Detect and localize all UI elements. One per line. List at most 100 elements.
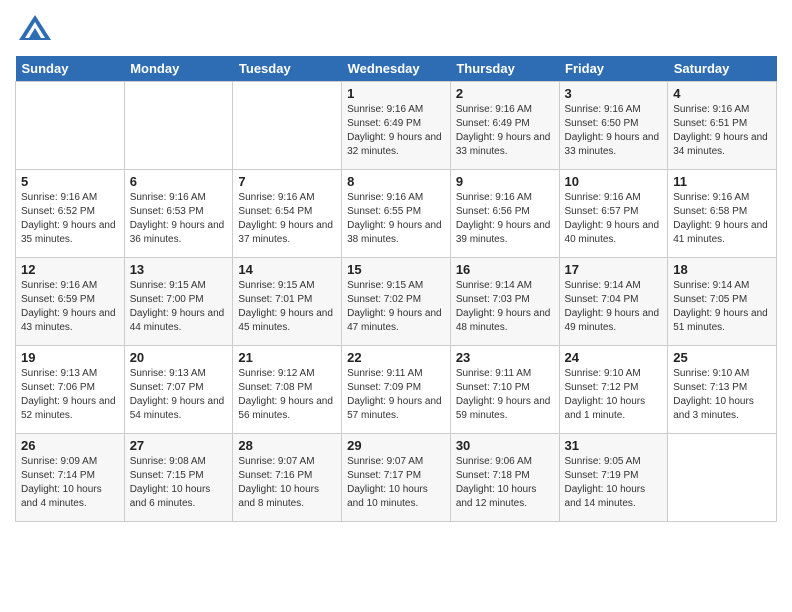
day-number: 23 [456,350,554,365]
day-info: Sunrise: 9:16 AM Sunset: 6:58 PM Dayligh… [673,191,771,247]
day-number: 12 [21,262,119,277]
week-row-4: 19 Sunrise: 9:13 AM Sunset: 7:06 PM Dayli… [16,346,777,434]
day-info: Sunrise: 9:16 AM Sunset: 6:50 PM Dayligh… [565,103,663,159]
calendar-cell [16,82,125,170]
day-info: Sunrise: 9:05 AM Sunset: 7:19 PM Dayligh… [565,455,663,511]
calendar-cell: 13Sunrise: 9:15 AM Sunset: 7:00 PM Dayli… [124,258,233,346]
day-number: 1 [347,86,445,101]
day-number: 21 [238,350,336,365]
calendar-cell: 23 Sunrise: 9:11 AM Sunset: 7:10 PM Dayli… [450,346,559,434]
day-number: 30 [456,438,554,453]
calendar-cell: 29Sunrise: 9:07 AM Sunset: 7:17 PM Dayli… [342,434,451,522]
calendar-cell: 16 Sunrise: 9:14 AM Sunset: 7:03 PM Dayli… [450,258,559,346]
day-number: 9 [456,174,554,189]
calendar-cell: 31 Sunrise: 9:05 AM Sunset: 7:19 PM Dayli… [559,434,668,522]
calendar-cell: 27 Sunrise: 9:08 AM Sunset: 7:15 PM Dayli… [124,434,233,522]
calendar-cell [124,82,233,170]
calendar-cell: 18 Sunrise: 9:14 AM Sunset: 7:05 PM Dayli… [668,258,777,346]
calendar-cell: 5 Sunrise: 9:16 AM Sunset: 6:52 PM Daylig… [16,170,125,258]
day-info: Sunrise: 9:16 AM Sunset: 6:57 PM Dayligh… [565,191,663,247]
day-number: 25 [673,350,771,365]
day-info: Sunrise: 9:08 AM Sunset: 7:15 PM Dayligh… [130,455,228,511]
header-row: SundayMondayTuesdayWednesdayThursdayFrid… [16,56,777,82]
calendar-cell: 28 Sunrise: 9:07 AM Sunset: 7:16 PM Dayli… [233,434,342,522]
day-number: 3 [565,86,663,101]
calendar-cell: 14Sunrise: 9:15 AM Sunset: 7:01 PM Dayli… [233,258,342,346]
day-info: Sunrise: 9:09 AM Sunset: 7:14 PM Dayligh… [21,455,119,511]
calendar-cell: 25 Sunrise: 9:10 AM Sunset: 7:13 PM Dayli… [668,346,777,434]
day-info: Sunrise: 9:11 AM Sunset: 7:10 PM Dayligh… [456,367,554,423]
calendar-cell: 15Sunrise: 9:15 AM Sunset: 7:02 PM Dayli… [342,258,451,346]
day-number: 19 [21,350,119,365]
day-info: Sunrise: 9:15 AM Sunset: 7:01 PM Dayligh… [238,279,336,335]
main-container: SundayMondayTuesdayWednesdayThursdayFrid… [0,0,792,532]
header [15,10,777,50]
day-number: 24 [565,350,663,365]
week-row-3: 12Sunrise: 9:16 AM Sunset: 6:59 PM Dayli… [16,258,777,346]
day-info: Sunrise: 9:06 AM Sunset: 7:18 PM Dayligh… [456,455,554,511]
day-info: Sunrise: 9:07 AM Sunset: 7:16 PM Dayligh… [238,455,336,511]
day-number: 13 [130,262,228,277]
day-number: 27 [130,438,228,453]
logo-icon [15,10,55,50]
calendar-cell: 19 Sunrise: 9:13 AM Sunset: 7:06 PM Dayli… [16,346,125,434]
week-row-1: 1 Sunrise: 9:16 AM Sunset: 6:49 PM Daylig… [16,82,777,170]
day-info: Sunrise: 9:14 AM Sunset: 7:05 PM Dayligh… [673,279,771,335]
calendar-cell: 21 Sunrise: 9:12 AM Sunset: 7:08 PM Dayli… [233,346,342,434]
day-number: 26 [21,438,119,453]
calendar-cell: 8Sunrise: 9:16 AM Sunset: 6:55 PM Daylig… [342,170,451,258]
calendar-cell: 24Sunrise: 9:10 AM Sunset: 7:12 PM Dayli… [559,346,668,434]
day-number: 16 [456,262,554,277]
day-info: Sunrise: 9:16 AM Sunset: 6:56 PM Dayligh… [456,191,554,247]
calendar-cell: 9 Sunrise: 9:16 AM Sunset: 6:56 PM Daylig… [450,170,559,258]
day-info: Sunrise: 9:16 AM Sunset: 6:54 PM Dayligh… [238,191,336,247]
calendar-cell: 1 Sunrise: 9:16 AM Sunset: 6:49 PM Daylig… [342,82,451,170]
day-number: 8 [347,174,445,189]
day-info: Sunrise: 9:14 AM Sunset: 7:04 PM Dayligh… [565,279,663,335]
day-info: Sunrise: 9:11 AM Sunset: 7:09 PM Dayligh… [347,367,445,423]
day-number: 11 [673,174,771,189]
day-header-wednesday: Wednesday [342,56,451,82]
day-info: Sunrise: 9:10 AM Sunset: 7:13 PM Dayligh… [673,367,771,423]
calendar-cell: 20 Sunrise: 9:13 AM Sunset: 7:07 PM Dayli… [124,346,233,434]
day-header-friday: Friday [559,56,668,82]
day-header-sunday: Sunday [16,56,125,82]
day-number: 28 [238,438,336,453]
day-number: 5 [21,174,119,189]
day-number: 31 [565,438,663,453]
calendar-cell: 7 Sunrise: 9:16 AM Sunset: 6:54 PM Daylig… [233,170,342,258]
day-header-tuesday: Tuesday [233,56,342,82]
day-number: 4 [673,86,771,101]
day-info: Sunrise: 9:16 AM Sunset: 6:52 PM Dayligh… [21,191,119,247]
day-number: 22 [347,350,445,365]
day-number: 18 [673,262,771,277]
calendar-cell: 22 Sunrise: 9:11 AM Sunset: 7:09 PM Dayli… [342,346,451,434]
day-number: 17 [565,262,663,277]
calendar-cell: 10 Sunrise: 9:16 AM Sunset: 6:57 PM Dayli… [559,170,668,258]
calendar-cell [233,82,342,170]
calendar-cell: 11 Sunrise: 9:16 AM Sunset: 6:58 PM Dayli… [668,170,777,258]
calendar-cell: 30 Sunrise: 9:06 AM Sunset: 7:18 PM Dayli… [450,434,559,522]
week-row-2: 5 Sunrise: 9:16 AM Sunset: 6:52 PM Daylig… [16,170,777,258]
calendar-cell: 26 Sunrise: 9:09 AM Sunset: 7:14 PM Dayli… [16,434,125,522]
calendar-cell: 4Sunrise: 9:16 AM Sunset: 6:51 PM Daylig… [668,82,777,170]
week-row-5: 26 Sunrise: 9:09 AM Sunset: 7:14 PM Dayli… [16,434,777,522]
day-info: Sunrise: 9:12 AM Sunset: 7:08 PM Dayligh… [238,367,336,423]
calendar-cell: 3 Sunrise: 9:16 AM Sunset: 6:50 PM Daylig… [559,82,668,170]
day-number: 2 [456,86,554,101]
day-header-thursday: Thursday [450,56,559,82]
day-number: 7 [238,174,336,189]
calendar-table: SundayMondayTuesdayWednesdayThursdayFrid… [15,56,777,522]
calendar-cell [668,434,777,522]
day-info: Sunrise: 9:13 AM Sunset: 7:06 PM Dayligh… [21,367,119,423]
day-number: 29 [347,438,445,453]
day-number: 10 [565,174,663,189]
calendar-cell: 6Sunrise: 9:16 AM Sunset: 6:53 PM Daylig… [124,170,233,258]
day-info: Sunrise: 9:16 AM Sunset: 6:49 PM Dayligh… [456,103,554,159]
day-number: 15 [347,262,445,277]
day-info: Sunrise: 9:14 AM Sunset: 7:03 PM Dayligh… [456,279,554,335]
day-info: Sunrise: 9:16 AM Sunset: 6:53 PM Dayligh… [130,191,228,247]
day-number: 20 [130,350,228,365]
day-info: Sunrise: 9:13 AM Sunset: 7:07 PM Dayligh… [130,367,228,423]
day-info: Sunrise: 9:16 AM Sunset: 6:49 PM Dayligh… [347,103,445,159]
